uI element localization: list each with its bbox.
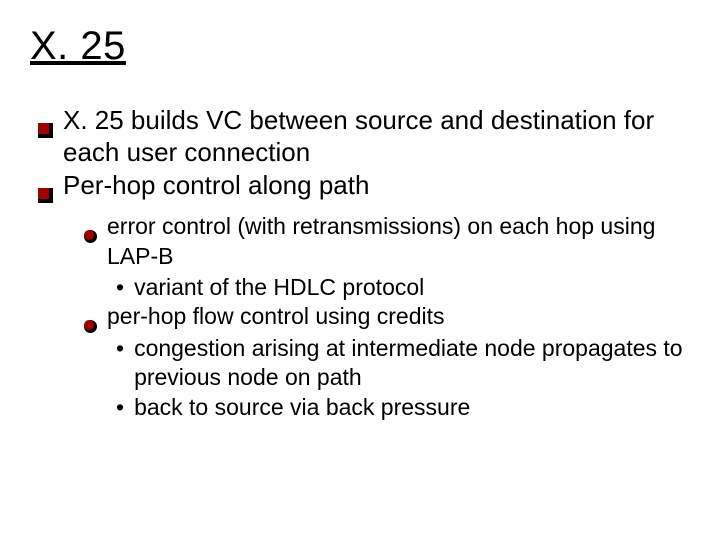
- bullet-list-level2: error control (with retransmissions) on …: [38, 212, 690, 422]
- list-item: • variant of the HDLC protocol: [116, 273, 690, 302]
- square-bullet-icon: [38, 114, 53, 129]
- dot-bullet-icon: •: [116, 393, 124, 422]
- list-item: X. 25 builds VC between source and desti…: [38, 105, 690, 168]
- dot-bullet-icon: •: [116, 273, 124, 302]
- bullet-list-level1: X. 25 builds VC between source and desti…: [30, 105, 690, 422]
- list-item: per-hop flow control using credits: [84, 302, 690, 331]
- list-item: Per-hop control along path: [38, 170, 690, 202]
- bullet-list-level3: • congestion arising at intermediate nod…: [84, 334, 690, 422]
- list-item-text: error control (with retransmissions) on …: [107, 212, 690, 271]
- list-item: error control (with retransmissions) on …: [84, 212, 690, 271]
- square-bullet-icon: [38, 179, 53, 194]
- dot-bullet-icon: •: [116, 334, 124, 363]
- slide-title: X. 25: [30, 24, 690, 69]
- bullet-list-level3: • variant of the HDLC protocol: [84, 273, 690, 302]
- circle-bullet-icon: [84, 221, 97, 234]
- circle-bullet-icon: [84, 311, 97, 324]
- list-item-text: Per-hop control along path: [63, 170, 690, 202]
- list-item-text: variant of the HDLC protocol: [134, 273, 690, 302]
- list-item-text: per-hop flow control using credits: [107, 302, 690, 331]
- list-item-text: congestion arising at intermediate node …: [134, 334, 690, 393]
- list-item-text: back to source via back pressure: [134, 393, 690, 422]
- list-item-text: X. 25 builds VC between source and desti…: [63, 105, 690, 168]
- list-item: • congestion arising at intermediate nod…: [116, 334, 690, 393]
- list-item: • back to source via back pressure: [116, 393, 690, 422]
